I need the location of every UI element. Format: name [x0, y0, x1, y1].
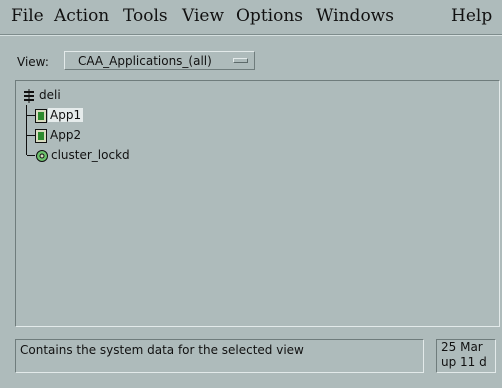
tree-node-label: App1 [48, 108, 84, 122]
tree-panel[interactable]: deli App1 App2 cluster_lockd [15, 80, 500, 327]
option-menu-indicator-icon [233, 58, 248, 63]
tree-connector-line [27, 115, 35, 116]
uptime-text: up 11 d [441, 355, 487, 369]
view-option-menu[interactable]: CAA_Applications_(all) [64, 51, 255, 70]
menu-options[interactable]: Options [236, 6, 303, 26]
menu-help[interactable]: Help [451, 6, 492, 26]
tree-connector-line [27, 155, 35, 156]
cluster-icon [24, 89, 34, 103]
status-message-box: Contains the system data for the selecte… [15, 339, 424, 373]
menu-view[interactable]: View [182, 6, 224, 26]
tree-node-label: cluster_lockd [51, 148, 130, 162]
tree-connector-line [26, 105, 27, 155]
menu-tools[interactable]: Tools [123, 6, 168, 26]
tree-root-label: deli [39, 88, 61, 102]
date-text: 25 Mar [441, 340, 483, 354]
status-message: Contains the system data for the selecte… [20, 343, 304, 357]
tree-node-label: App2 [50, 128, 82, 142]
menu-windows[interactable]: Windows [316, 6, 394, 26]
view-selected-value: CAA_Applications_(all) [78, 54, 212, 68]
menu-separator [0, 34, 502, 36]
app-resource-icon [35, 129, 47, 143]
view-label: View: [17, 55, 49, 69]
date-uptime-box: 25 Mar up 11 d [436, 339, 496, 373]
tree-connector-line [27, 135, 35, 136]
menu-file[interactable]: File [11, 6, 44, 26]
menu-action[interactable]: Action [54, 6, 109, 26]
app-resource-icon [35, 109, 47, 123]
menu-bar: File Action Tools View Options Windows H… [0, 0, 502, 34]
lock-resource-icon [36, 150, 48, 162]
